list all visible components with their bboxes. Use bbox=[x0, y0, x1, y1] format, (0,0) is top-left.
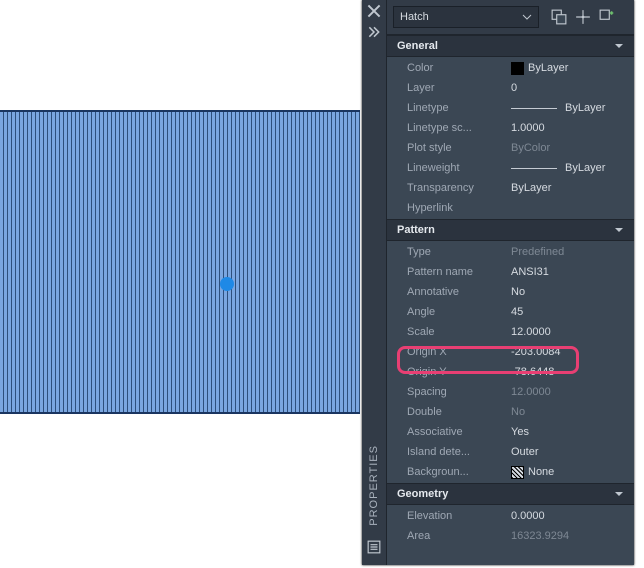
prop-island-detection[interactable]: Island dete... Outer bbox=[387, 442, 634, 462]
quick-select-icon[interactable] bbox=[599, 9, 615, 25]
prop-layer[interactable]: Layer 0 bbox=[387, 78, 634, 98]
palette-sidebar: PROPERTIES bbox=[362, 0, 387, 565]
prop-annotative[interactable]: Annotative No bbox=[387, 282, 634, 302]
properties-palette: PROPERTIES Hatch General Color ByLayer bbox=[362, 0, 634, 565]
linetype-swatch-icon bbox=[511, 108, 557, 109]
prop-color[interactable]: Color ByLayer bbox=[387, 58, 634, 78]
lineweight-swatch-icon bbox=[511, 168, 557, 169]
prop-spacing: Spacing 12.0000 bbox=[387, 382, 634, 402]
palette-header: Hatch bbox=[387, 0, 634, 35]
prop-double: Double No bbox=[387, 402, 634, 422]
chevron-down-icon bbox=[614, 225, 624, 235]
prop-type[interactable]: Type Predefined bbox=[387, 242, 634, 262]
autohide-icon[interactable] bbox=[367, 25, 381, 42]
prop-hyperlink[interactable]: Hyperlink bbox=[387, 198, 634, 218]
prop-area: Area 16323.9294 bbox=[387, 526, 634, 546]
prop-linetype[interactable]: Linetype ByLayer bbox=[387, 98, 634, 118]
prop-linetype-scale[interactable]: Linetype sc... 1.0000 bbox=[387, 118, 634, 138]
section-pattern[interactable]: Pattern bbox=[387, 219, 634, 241]
prop-origin-y[interactable]: Origin Y -78.6448 bbox=[387, 362, 634, 382]
drawing-canvas[interactable] bbox=[0, 110, 360, 414]
chevron-down-icon bbox=[614, 489, 624, 499]
prop-pattern-name[interactable]: Pattern name ANSI31 bbox=[387, 262, 634, 282]
selection-grip[interactable] bbox=[220, 277, 234, 291]
select-objects-icon[interactable] bbox=[575, 9, 591, 25]
chevron-down-icon bbox=[522, 12, 532, 22]
dropdown-value: Hatch bbox=[400, 11, 429, 23]
section-geometry[interactable]: Geometry bbox=[387, 483, 634, 505]
section-general[interactable]: General bbox=[387, 35, 634, 57]
prop-plotstyle: Plot style ByColor bbox=[387, 138, 634, 158]
prop-angle[interactable]: Angle 45 bbox=[387, 302, 634, 322]
prop-background[interactable]: Backgroun... None bbox=[387, 462, 634, 482]
prop-lineweight[interactable]: Lineweight ByLayer bbox=[387, 158, 634, 178]
prop-elevation[interactable]: Elevation 0.0000 bbox=[387, 506, 634, 526]
object-type-dropdown[interactable]: Hatch bbox=[393, 6, 539, 28]
chevron-down-icon bbox=[614, 41, 624, 51]
palette-title: PROPERTIES bbox=[368, 439, 380, 532]
toggle-pickadd-icon[interactable] bbox=[551, 9, 567, 25]
prop-associative[interactable]: Associative Yes bbox=[387, 422, 634, 442]
close-icon[interactable] bbox=[367, 4, 381, 21]
background-swatch-icon bbox=[511, 466, 524, 479]
prop-scale[interactable]: Scale 12.0000 bbox=[387, 322, 634, 342]
prop-origin-x[interactable]: Origin X -203.0084 bbox=[387, 342, 634, 362]
prop-transparency[interactable]: Transparency ByLayer bbox=[387, 178, 634, 198]
color-swatch-icon bbox=[511, 62, 524, 75]
settings-icon[interactable] bbox=[367, 540, 381, 557]
